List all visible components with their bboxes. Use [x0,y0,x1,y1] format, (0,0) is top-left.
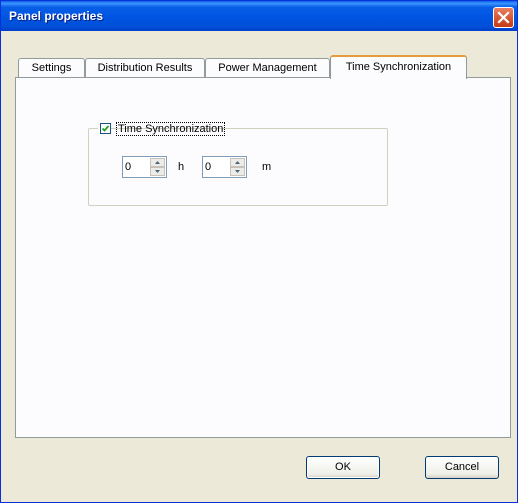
tab-power-management[interactable]: Power Management [205,58,330,78]
hours-input[interactable] [125,159,149,175]
close-icon [497,11,510,24]
arrow-up-icon [235,161,240,164]
time-sync-checkbox-label[interactable]: Time Synchronization [116,122,226,136]
title-bar[interactable]: Panel properties [1,1,517,31]
tab-settings[interactable]: Settings [18,58,85,78]
cancel-button[interactable]: Cancel [425,456,499,479]
dialog-window: Panel properties Settings Distribution R… [0,0,518,503]
arrow-up-icon [155,161,160,164]
check-icon [101,125,110,132]
close-button[interactable] [493,7,514,28]
minutes-spinner[interactable] [202,156,247,178]
minutes-decrement-button[interactable] [230,167,245,176]
tab-distribution-results[interactable]: Distribution Results [85,58,205,78]
window-title: Panel properties [9,9,104,23]
hours-decrement-button[interactable] [150,167,165,176]
time-sync-checkbox-row[interactable]: Time Synchronization [98,121,226,137]
tab-time-synchronization[interactable]: Time Synchronization [330,55,467,79]
minutes-spin-buttons [230,158,245,176]
minutes-increment-button[interactable] [230,158,245,167]
hours-increment-button[interactable] [150,158,165,167]
time-sync-checkbox[interactable] [100,123,111,134]
hours-unit-label: h [178,161,185,173]
hours-spin-buttons [150,158,165,176]
minutes-input[interactable] [205,159,229,175]
arrow-down-icon [155,170,160,173]
minutes-unit-label: m [262,161,272,173]
tab-panel: Time Synchronization h [15,77,511,438]
ok-button[interactable]: OK [306,456,380,479]
hours-spinner[interactable] [122,156,167,178]
arrow-down-icon [235,170,240,173]
